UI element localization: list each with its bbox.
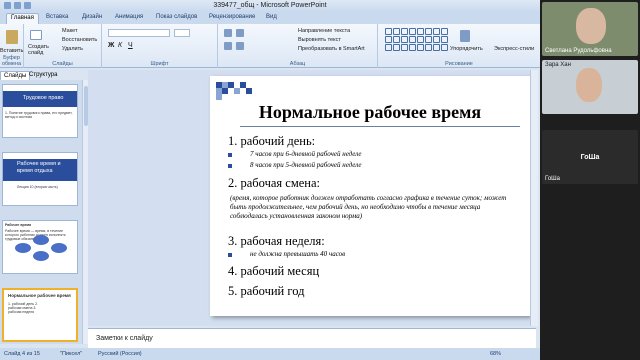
- current-slide[interactable]: Нормальное рабочее время 1. рабочий день…: [210, 76, 530, 316]
- arrange-button[interactable]: Упорядочить: [450, 46, 483, 52]
- window-title: 339477_общ - Microsoft PowerPoint: [213, 2, 327, 9]
- notes-pane[interactable]: Заметки к слайду: [88, 328, 536, 348]
- item-3-heading: 3. рабочая неделя:: [228, 234, 325, 248]
- paste-button[interactable]: Вставить: [0, 48, 23, 54]
- tab-home[interactable]: Главная: [6, 13, 39, 24]
- status-bar: Слайд 4 из 15 "Пиксел" Русский (Россия) …: [0, 348, 540, 360]
- notes-placeholder: Заметки к слайду: [96, 335, 153, 342]
- paragraph-group-label: Абзац: [289, 61, 306, 67]
- slide-thumbnails: Трудовое право 1. Понятие трудового прав…: [0, 80, 82, 344]
- item-4-heading: 4. рабочий месяц: [228, 264, 320, 278]
- bullet-icon: [228, 253, 232, 257]
- ribbon: Вставить Буфер обмена Создать слайд Маке…: [0, 24, 540, 68]
- layout-button[interactable]: Макет: [62, 28, 78, 34]
- paste-icon[interactable]: [6, 30, 18, 44]
- pane-tabs: Слайды Структура: [0, 70, 84, 81]
- shapes-gallery[interactable]: [385, 28, 448, 56]
- thumbnail-title: Трудовое право: [23, 95, 64, 101]
- font-group: Ж К Ч Шрифт: [102, 24, 218, 68]
- slide-thumbnail-2[interactable]: Рабочее время и время отдыха Лекция 10 (…: [2, 152, 78, 206]
- clipboard-group-label: Буфер обмена: [1, 55, 22, 67]
- paragraph-group: Направление текста Выровнять текст Преоб…: [218, 24, 378, 68]
- item-5-heading: 5. рабочий год: [228, 284, 305, 298]
- thumbnail-text: Лекция 10 (вторая часть): [17, 185, 58, 189]
- participant-name: Светлана Рудольфовна: [545, 48, 612, 54]
- slide-counter: Слайд 4 из 15: [4, 351, 40, 357]
- align-left-icon[interactable]: [224, 42, 232, 50]
- zoom-level[interactable]: 68%: [490, 351, 501, 357]
- participant-tile-3[interactable]: ГоШа ГоШа: [542, 130, 638, 184]
- align-center-icon[interactable]: [236, 42, 244, 50]
- delete-button[interactable]: Удалить: [62, 46, 83, 52]
- bullet-icon: [228, 164, 232, 168]
- italic-button[interactable]: К: [118, 42, 122, 49]
- underline-button[interactable]: Ч: [128, 42, 133, 49]
- tab-review[interactable]: Рецензирование: [209, 14, 255, 20]
- tab-outline[interactable]: Структура: [26, 71, 60, 79]
- thumbnail-text: 1. Понятие трудового права, его предмет,…: [5, 111, 73, 119]
- thumbnail-title: Нормальное рабочее время: [8, 293, 71, 298]
- participant-avatar: [576, 8, 606, 44]
- language-indicator[interactable]: Русский (Россия): [98, 351, 142, 357]
- numbering-icon[interactable]: [236, 29, 244, 37]
- slide-thumbnail-3[interactable]: Рабочее время Рабочее время — время, в т…: [2, 220, 78, 274]
- workspace-scrollbar[interactable]: [530, 70, 538, 326]
- clipboard-group: Вставить Буфер обмена: [0, 24, 24, 68]
- new-slide-button[interactable]: Создать слайд: [28, 44, 52, 56]
- ribbon-tabs: Главная Вставка Дизайн Анимация Показ сл…: [0, 12, 540, 24]
- font-size-input[interactable]: [174, 29, 190, 37]
- slides-group: Создать слайд Макет Восстановить Удалить…: [24, 24, 102, 68]
- item-1-heading: 1. рабочий день:: [228, 134, 316, 148]
- tab-insert[interactable]: Вставка: [46, 14, 68, 20]
- item-2-paragraph: (время, которое работник должен отработа…: [230, 194, 507, 220]
- item-2-heading: 2. рабочая смена:: [228, 176, 321, 190]
- tab-animation[interactable]: Анимация: [115, 14, 143, 20]
- bold-button[interactable]: Ж: [108, 42, 114, 49]
- slide-title: Нормальное рабочее время: [258, 102, 482, 122]
- powerpoint-window: 339477_общ - Microsoft PowerPoint Главна…: [0, 0, 540, 360]
- slide-thumbnail-1[interactable]: Трудовое право 1. Понятие трудового прав…: [2, 84, 78, 138]
- thumbnail-title: Рабочее время: [5, 223, 32, 227]
- title-bar: 339477_общ - Microsoft PowerPoint: [0, 0, 540, 12]
- tab-slideshow[interactable]: Показ слайдов: [156, 14, 197, 20]
- align-text-button[interactable]: Выровнять текст: [298, 37, 341, 43]
- font-name-input[interactable]: [108, 29, 170, 37]
- item-1-sub-2: 8 часов при 5-дневной рабочей неделе: [250, 161, 362, 169]
- theme-name: "Пиксел": [60, 351, 83, 357]
- tab-view[interactable]: Вид: [266, 14, 277, 20]
- bullets-icon[interactable]: [224, 29, 232, 37]
- slides-group-label: Слайды: [52, 61, 73, 67]
- slide-thumbnail-4[interactable]: Нормальное рабочее время 1. рабочий день…: [2, 288, 78, 342]
- tab-design[interactable]: Дизайн: [82, 14, 102, 20]
- text-direction-button[interactable]: Направление текста: [298, 28, 350, 34]
- title-divider: [240, 126, 520, 127]
- slide-workspace: Нормальное рабочее время 1. рабочий день…: [88, 70, 536, 326]
- item-1-sub-1: 7 часов при 6-дневной рабочей неделе: [250, 150, 362, 158]
- new-slide-icon[interactable]: [30, 30, 42, 40]
- arrange-icon[interactable]: [460, 30, 470, 42]
- participant-tile-1[interactable]: Светлана Рудольфовна: [542, 2, 638, 56]
- font-group-label: Шрифт: [150, 61, 169, 67]
- smartart-button[interactable]: Преобразовать в SmartArt: [298, 46, 365, 52]
- participant-name: Зара Хан: [545, 62, 571, 68]
- video-panel: Светлана Рудольфовна Зара Хан ГоШа ГоШа: [540, 0, 640, 360]
- participant-tile-2[interactable]: Зара Хан: [542, 60, 638, 114]
- thumbnail-title: Рабочее время и время отдыха: [17, 161, 61, 174]
- reset-button[interactable]: Восстановить: [62, 37, 97, 43]
- thumbnail-text: 1. рабочий день 2. рабочая смена 3. рабо…: [8, 302, 39, 314]
- bullet-icon: [228, 153, 232, 157]
- participant-avatar: [576, 68, 602, 102]
- quick-styles-button[interactable]: Экспресс-стили: [494, 46, 534, 52]
- item-3-sub-1: не должна превышать 40 часов: [250, 250, 346, 258]
- drawing-group-label: Рисование: [445, 61, 473, 67]
- participant-name: ГоШа: [545, 176, 561, 182]
